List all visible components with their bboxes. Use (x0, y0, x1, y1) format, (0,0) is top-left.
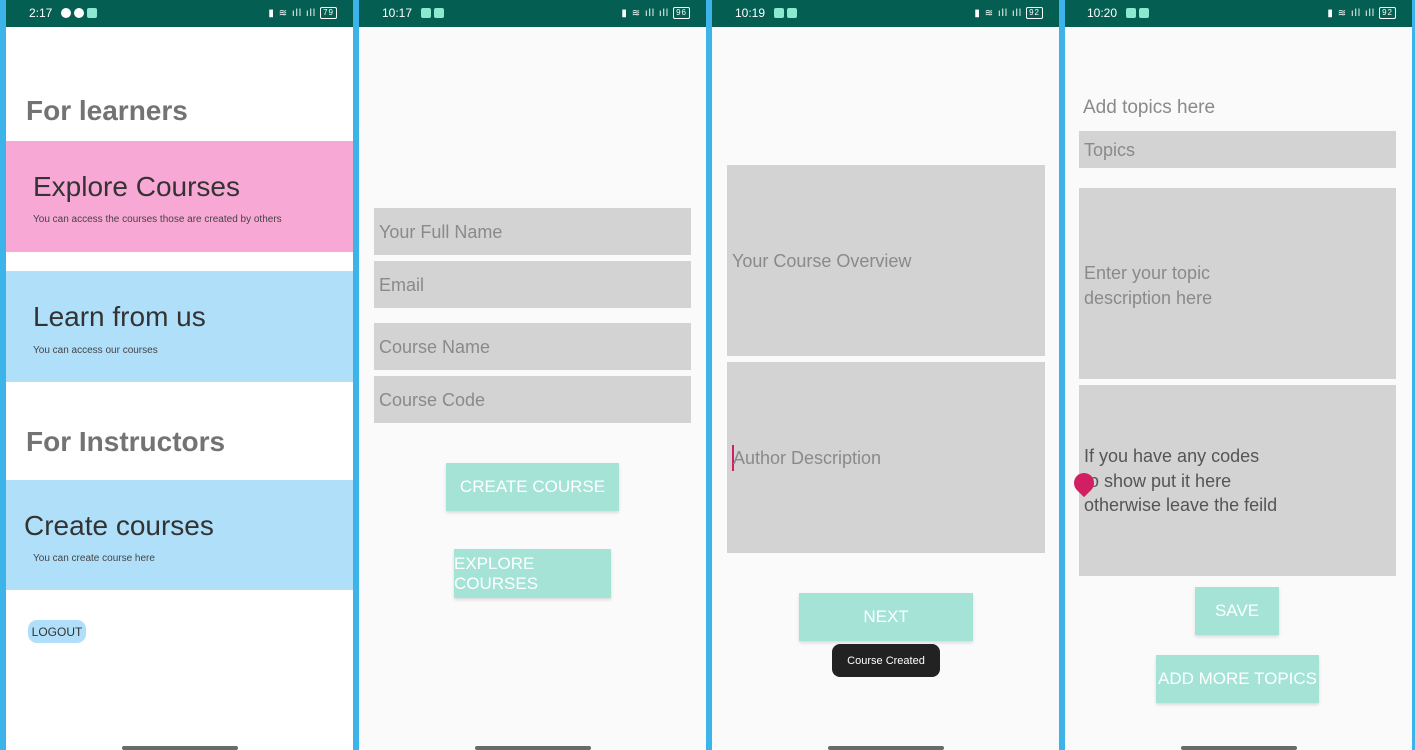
explore-card-subtitle: You can access the courses those are cre… (33, 214, 282, 225)
learners-heading: For learners (26, 95, 188, 126)
create-card-subtitle: You can create course here (33, 553, 155, 564)
notification-icons (61, 8, 97, 18)
course-name-field[interactable]: Course Name (374, 323, 691, 370)
signal-icon: ▮ ≋ ıll ıll (1327, 7, 1376, 19)
app-notification-icon (87, 8, 97, 18)
course-code-placeholder: Course Code (379, 390, 486, 410)
shield-icon (774, 8, 784, 18)
status-bar: 2:17 ▮ ≋ ıll ıll 79 (6, 0, 353, 27)
messenger-icon (61, 8, 71, 18)
topics-placeholder: Topics (1084, 140, 1136, 160)
toast-message: Course Created (832, 644, 940, 677)
status-bar: 10:17 ▮ ≋ ıll ıll 96 (359, 0, 706, 27)
course-details-screen: 10:19 ▮ ≋ ıll ıll 92 Your Course Overvie… (712, 0, 1059, 750)
status-bar: 10:20 ▮ ≋ ıll ıll 92 (1065, 0, 1412, 27)
notification-icons (774, 8, 797, 18)
course-code-field[interactable]: Course Code (374, 376, 691, 423)
add-topics-label: Add topics here (1083, 97, 1216, 118)
explore-courses-card[interactable]: Explore Courses You can access the cours… (6, 141, 353, 252)
shield-icon (421, 8, 431, 18)
code-field-line-1: If you have any codes (1084, 446, 1260, 466)
battery-icon: 96 (673, 7, 690, 19)
create-course-screen: 10:17 ▮ ≋ ıll ıll 96 Your Full Name Emai… (359, 0, 706, 750)
learn-card-title: Learn from us (33, 301, 206, 332)
status-time: 10:19 (735, 6, 766, 20)
full-name-placeholder: Your Full Name (379, 222, 503, 242)
battery-icon: 92 (1379, 7, 1396, 19)
notification-icons (1126, 8, 1149, 18)
status-time: 10:20 (1087, 6, 1118, 20)
shield-icon (1126, 8, 1136, 18)
learn-card-subtitle: You can access our courses (33, 345, 158, 356)
add-topics-screen: 10:20 ▮ ≋ ıll ıll 92 Add topics here Top… (1065, 0, 1412, 750)
system-icons: ▮ ≋ ıll ıll 92 (1327, 7, 1396, 19)
logout-button[interactable]: LOGOUT (28, 620, 86, 643)
author-description-placeholder: Author Description (733, 448, 882, 468)
gesture-bar (827, 746, 944, 750)
topic-description-field[interactable]: Enter your topic description here (1079, 188, 1396, 379)
create-card-title: Create courses (24, 510, 214, 541)
code-field-line-3: otherwise leave the feild (1084, 495, 1278, 515)
add-more-topics-button[interactable]: ADD MORE TOPICS (1156, 655, 1319, 703)
status-time: 2:17 (29, 6, 53, 20)
course-overview-field[interactable]: Your Course Overview (727, 165, 1045, 356)
save-button[interactable]: SAVE (1195, 587, 1279, 635)
signal-icon: ▮ ≋ ıll ıll (974, 7, 1023, 19)
gesture-bar (1180, 746, 1297, 750)
app-notification-icon (787, 8, 797, 18)
email-placeholder: Email (379, 275, 425, 295)
system-icons: ▮ ≋ ıll ıll 92 (974, 7, 1043, 19)
create-course-button[interactable]: CREATE COURSE (446, 463, 619, 511)
gesture-bar (121, 746, 238, 750)
status-time: 10:17 (382, 6, 413, 20)
full-name-field[interactable]: Your Full Name (374, 208, 691, 255)
notification-icons (421, 8, 444, 18)
email-field[interactable]: Email (374, 261, 691, 308)
code-field-line-2: to show put it here (1084, 471, 1232, 491)
next-button[interactable]: NEXT (799, 593, 973, 641)
learn-from-us-card[interactable]: Learn from us You can access our courses (6, 271, 353, 382)
instructors-heading: For Instructors (26, 426, 226, 457)
explore-card-title: Explore Courses (33, 171, 240, 202)
gesture-bar (474, 746, 591, 750)
explore-courses-button[interactable]: EXPLORE COURSES (454, 549, 611, 598)
facebook-icon (74, 8, 84, 18)
system-icons: ▮ ≋ ıll ıll 96 (621, 7, 690, 19)
topics-field[interactable]: Topics (1079, 131, 1396, 168)
topic-description-placeholder: Enter your topic description here (1084, 263, 1213, 308)
author-description-field[interactable]: Author Description (727, 362, 1045, 553)
battery-icon: 92 (1026, 7, 1043, 19)
app-notification-icon (434, 8, 444, 18)
battery-icon: 79 (320, 7, 337, 19)
system-icons: ▮ ≋ ıll ıll 79 (268, 7, 337, 19)
status-bar: 10:19 ▮ ≋ ıll ıll 92 (712, 0, 1059, 27)
course-name-placeholder: Course Name (379, 337, 491, 357)
home-screen: 2:17 ▮ ≋ ıll ıll 79 For learners Explore… (6, 0, 353, 750)
code-snippet-field[interactable]: If you have any codes to show put it her… (1079, 385, 1396, 576)
signal-icon: ▮ ≋ ıll ıll (268, 7, 317, 19)
course-overview-placeholder: Your Course Overview (732, 251, 912, 271)
create-courses-card[interactable]: Create courses You can create course her… (6, 480, 353, 590)
signal-icon: ▮ ≋ ıll ıll (621, 7, 670, 19)
app-notification-icon (1139, 8, 1149, 18)
